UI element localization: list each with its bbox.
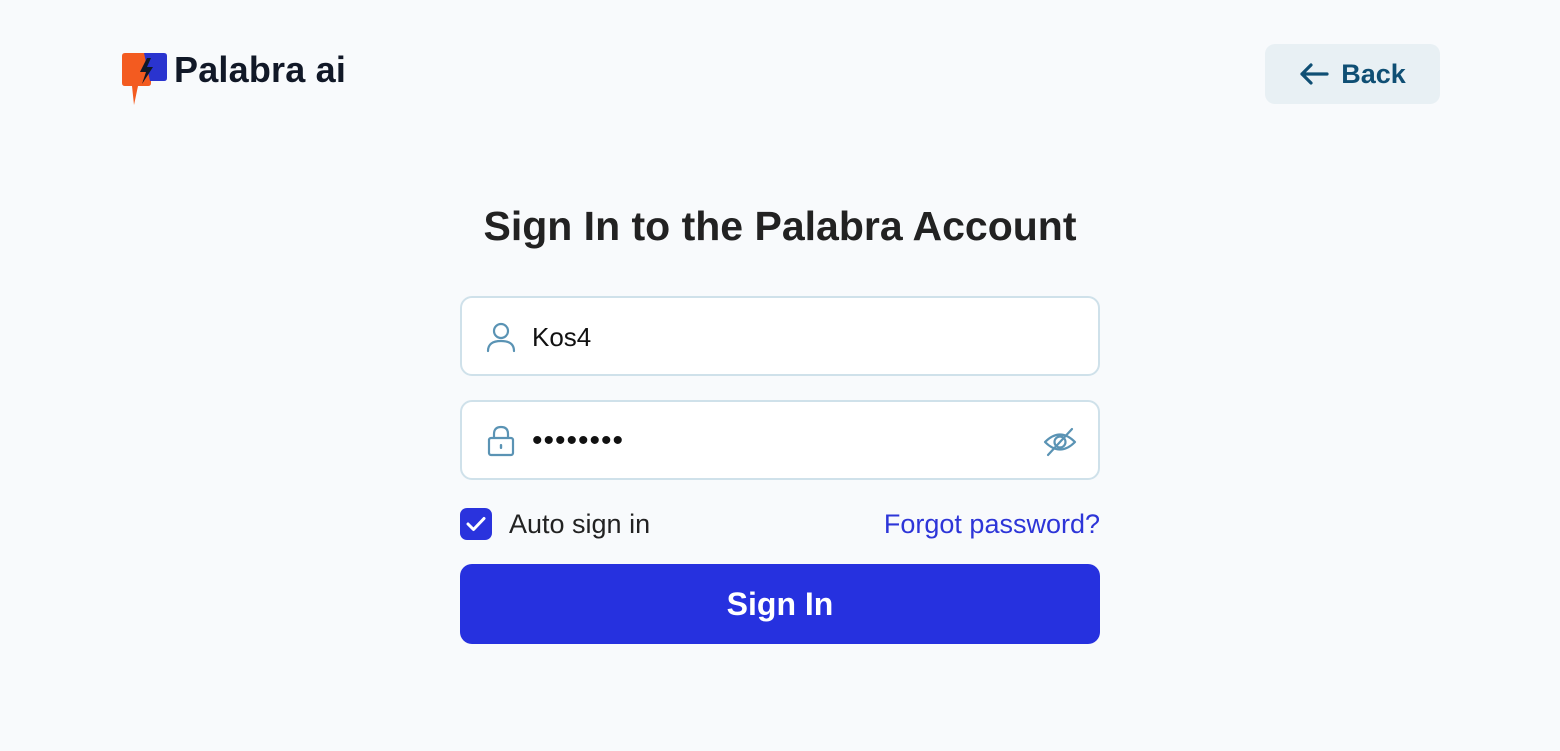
eye-off-icon[interactable]: [1042, 424, 1078, 460]
username-input[interactable]: [532, 312, 1032, 362]
brand-name: Palabra ai: [174, 49, 347, 90]
sign-in-page: Palabra ai Back Sign In to the Palabra A…: [0, 0, 1560, 751]
sign-in-button[interactable]: Sign In: [460, 564, 1100, 644]
page-title: Sign In to the Palabra Account: [483, 203, 1077, 249]
forgot-password-link[interactable]: Forgot password?: [884, 509, 1100, 540]
auto-sign-in-label[interactable]: Auto sign in: [509, 509, 650, 540]
back-button[interactable]: Back: [1265, 44, 1440, 104]
password-field[interactable]: [460, 400, 1100, 480]
arrow-left-icon: [1300, 63, 1329, 85]
brand-header[interactable]: Palabra ai: [120, 50, 346, 106]
user-icon: [486, 322, 516, 353]
lock-icon: [487, 425, 515, 457]
auto-sign-in-checkbox[interactable]: [460, 508, 492, 540]
back-button-label: Back: [1341, 58, 1406, 89]
checkmark-icon: [466, 517, 486, 531]
password-input[interactable]: [532, 416, 1032, 466]
sign-in-options: Auto sign in Forgot password?: [460, 506, 1100, 546]
palabra-logo-icon: [122, 53, 167, 105]
username-field[interactable]: [460, 296, 1100, 376]
